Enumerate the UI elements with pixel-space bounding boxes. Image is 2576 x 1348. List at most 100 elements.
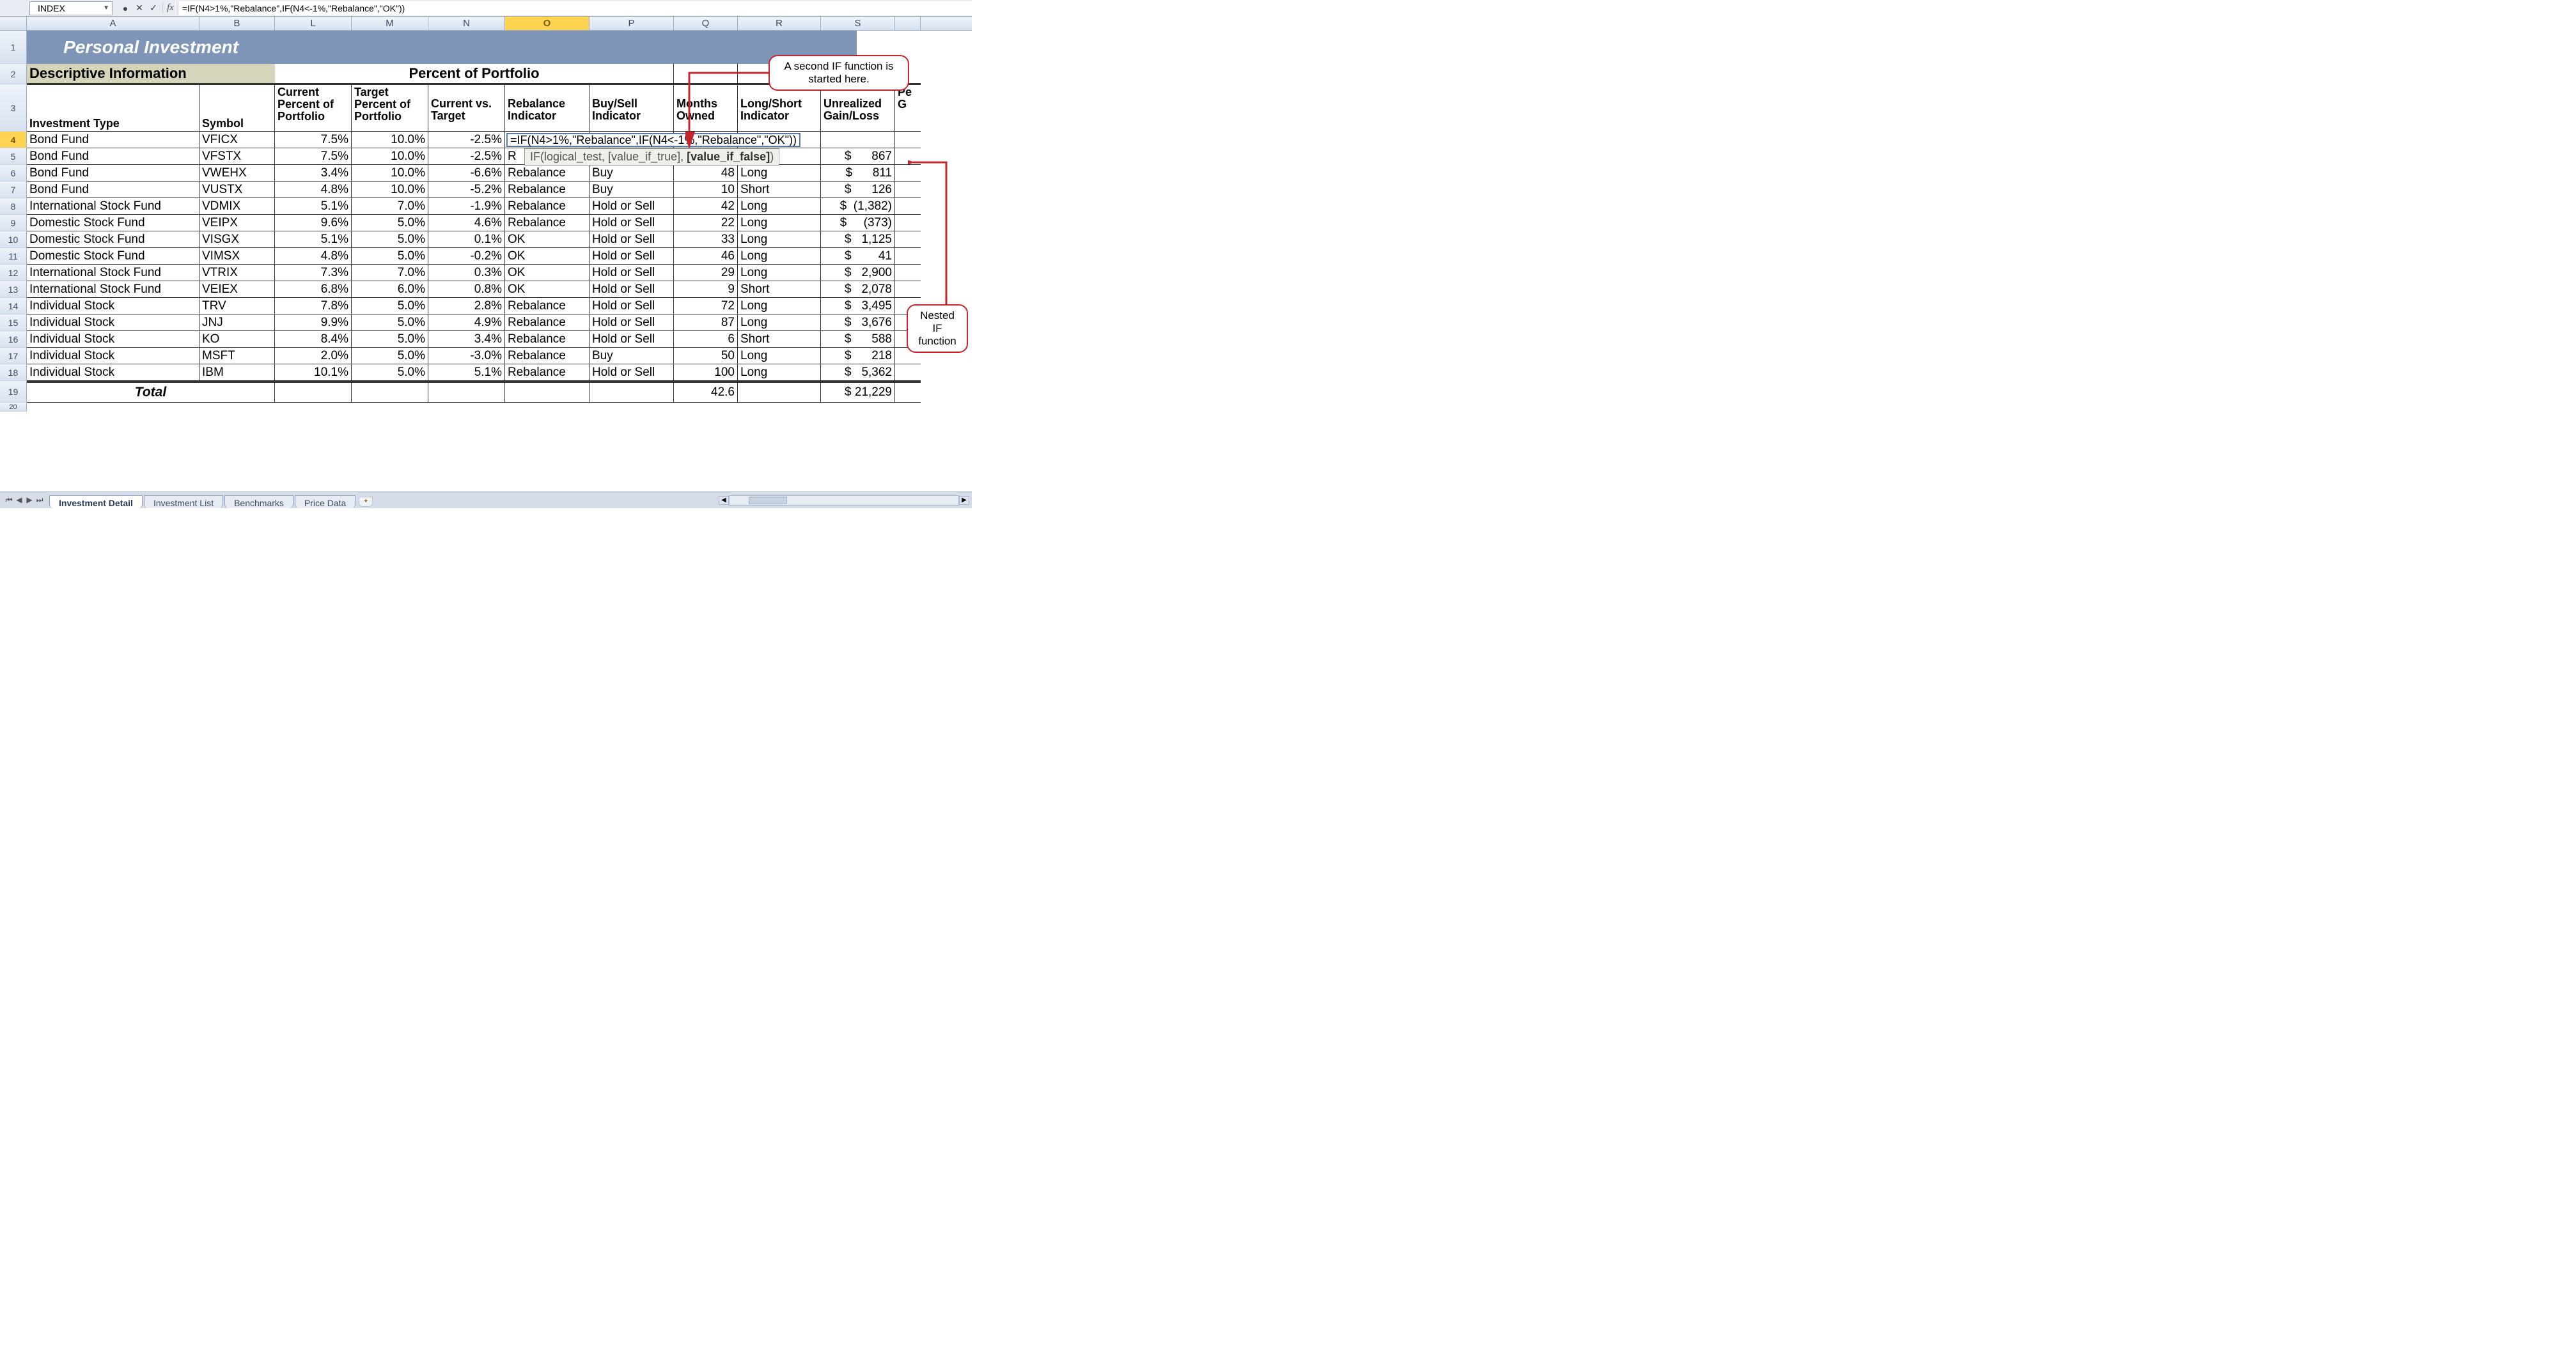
cell-A[interactable]: Domestic Stock Fund [27, 215, 199, 231]
cell-Q[interactable]: 9 [674, 281, 738, 298]
row-header-14[interactable]: 14 [0, 298, 27, 314]
cell-L[interactable]: 3.4% [275, 165, 352, 182]
row-header-17[interactable]: 17 [0, 348, 27, 364]
cell-L[interactable]: 5.1% [275, 198, 352, 215]
hdr-B[interactable]: Symbol [199, 84, 275, 132]
cell-T[interactable] [895, 364, 921, 381]
cell-N[interactable]: -6.6% [428, 165, 505, 182]
cell-A[interactable]: Domestic Stock Fund [27, 231, 199, 248]
row-header-9[interactable]: 9 [0, 215, 27, 231]
cell-T[interactable] [895, 248, 921, 265]
cell-A[interactable]: Individual Stock [27, 298, 199, 314]
cell-A[interactable]: Bond Fund [27, 148, 199, 165]
col-header-L[interactable]: L [275, 17, 352, 30]
go-icon[interactable]: ● [119, 3, 132, 13]
fx-label[interactable]: fx [162, 3, 178, 13]
cell-L[interactable]: 7.5% [275, 148, 352, 165]
hdr-N[interactable]: Current vs. Target [428, 84, 505, 132]
cell-A[interactable]: Individual Stock [27, 314, 199, 331]
cell-O[interactable]: Rebalance [505, 348, 589, 364]
cell-Q[interactable]: 29 [674, 265, 738, 281]
hscroll-left-icon[interactable]: ◀ [719, 496, 729, 505]
row-header-13[interactable]: 13 [0, 281, 27, 298]
cell-A[interactable]: International Stock Fund [27, 281, 199, 298]
cell-O[interactable]: OK [505, 248, 589, 265]
col-header-edge[interactable] [895, 17, 921, 30]
row-header-10[interactable]: 10 [0, 231, 27, 248]
name-box[interactable]: INDEX ▼ [29, 1, 113, 15]
cell-B[interactable]: VUSTX [199, 182, 275, 198]
cell-Q[interactable]: 6 [674, 331, 738, 348]
cell-S[interactable] [821, 132, 895, 148]
descriptive-heading[interactable]: Descriptive Information [27, 64, 275, 84]
cell-P[interactable]: Hold or Sell [589, 364, 674, 381]
col-header-N[interactable]: N [428, 17, 505, 30]
cell-O[interactable]: Rebalance [505, 198, 589, 215]
cell-M[interactable]: 5.0% [352, 215, 428, 231]
col-header-A[interactable]: A [27, 17, 199, 30]
cell-R[interactable]: Short [738, 281, 821, 298]
select-all-corner[interactable] [0, 17, 27, 30]
row-header-8[interactable]: 8 [0, 198, 27, 215]
cell-P[interactable]: Hold or Sell [589, 231, 674, 248]
cell-P[interactable]: Hold or Sell [589, 298, 674, 314]
cell-Q[interactable]: 46 [674, 248, 738, 265]
hdr-Q[interactable]: Months Owned [674, 84, 738, 132]
cell-A[interactable]: Bond Fund [27, 132, 199, 148]
cell-S[interactable]: $ 811 [821, 165, 895, 182]
cell-S[interactable]: $ 41 [821, 248, 895, 265]
cell-N[interactable]: 0.1% [428, 231, 505, 248]
col-header-M[interactable]: M [352, 17, 428, 30]
cell-M[interactable]: 7.0% [352, 265, 428, 281]
cell-Q[interactable]: 33 [674, 231, 738, 248]
cell-R[interactable]: Long [738, 198, 821, 215]
cell-S[interactable]: $ 218 [821, 348, 895, 364]
cell-T[interactable] [895, 265, 921, 281]
percent-heading[interactable]: Percent of Portfolio [275, 64, 674, 84]
row-header-19[interactable]: 19 [0, 381, 27, 403]
cell-M[interactable]: 5.0% [352, 364, 428, 381]
cell-O[interactable]: Rebalance [505, 182, 589, 198]
cell-S[interactable]: $ 3,495 [821, 298, 895, 314]
col-header-O[interactable]: O [505, 17, 589, 30]
cell-N[interactable]: 4.6% [428, 215, 505, 231]
cell-B[interactable]: KO [199, 331, 275, 348]
cell-A[interactable]: Individual Stock [27, 348, 199, 364]
col-header-P[interactable]: P [589, 17, 674, 30]
r2-q[interactable] [674, 64, 738, 84]
cell-S[interactable]: $ (373) [821, 215, 895, 231]
total-N[interactable] [428, 381, 505, 403]
cell-M[interactable]: 5.0% [352, 231, 428, 248]
col-header-B[interactable]: B [199, 17, 275, 30]
col-header-Q[interactable]: Q [674, 17, 738, 30]
cell-A[interactable]: Domestic Stock Fund [27, 248, 199, 265]
cell-O[interactable]: OK [505, 281, 589, 298]
row-header-4[interactable]: 4 [0, 132, 27, 148]
cell-N[interactable]: -1.9% [428, 198, 505, 215]
cell-S[interactable]: $ 2,900 [821, 265, 895, 281]
total-Q[interactable]: 42.6 [674, 381, 738, 403]
row-header-20[interactable]: 20 [0, 403, 27, 412]
cell-S[interactable]: $ 2,078 [821, 281, 895, 298]
cell-R[interactable]: Long [738, 231, 821, 248]
cell-P[interactable]: Buy [589, 348, 674, 364]
tab-investment-detail[interactable]: Investment Detail [49, 495, 143, 508]
cell-L[interactable]: 10.1% [275, 364, 352, 381]
row-header-2[interactable]: 2 [0, 64, 27, 84]
cell-R[interactable]: Short [738, 182, 821, 198]
cell-O[interactable]: Rebalance [505, 215, 589, 231]
cell-L[interactable]: 6.8% [275, 281, 352, 298]
cell-N[interactable]: 4.9% [428, 314, 505, 331]
cell-R[interactable]: Long [738, 298, 821, 314]
cell-B[interactable]: JNJ [199, 314, 275, 331]
hdr-S[interactable]: Unrealized Gain/Loss [821, 84, 895, 132]
cell-O[interactable]: OK [505, 231, 589, 248]
cell-N[interactable]: 0.8% [428, 281, 505, 298]
cell-A[interactable]: Bond Fund [27, 165, 199, 182]
cell-T[interactable] [895, 281, 921, 298]
total-label[interactable]: Total [27, 381, 275, 403]
cell-N[interactable]: 2.8% [428, 298, 505, 314]
cell-L[interactable]: 7.5% [275, 132, 352, 148]
cell-B[interactable]: VISGX [199, 231, 275, 248]
cell-N[interactable]: -0.2% [428, 248, 505, 265]
